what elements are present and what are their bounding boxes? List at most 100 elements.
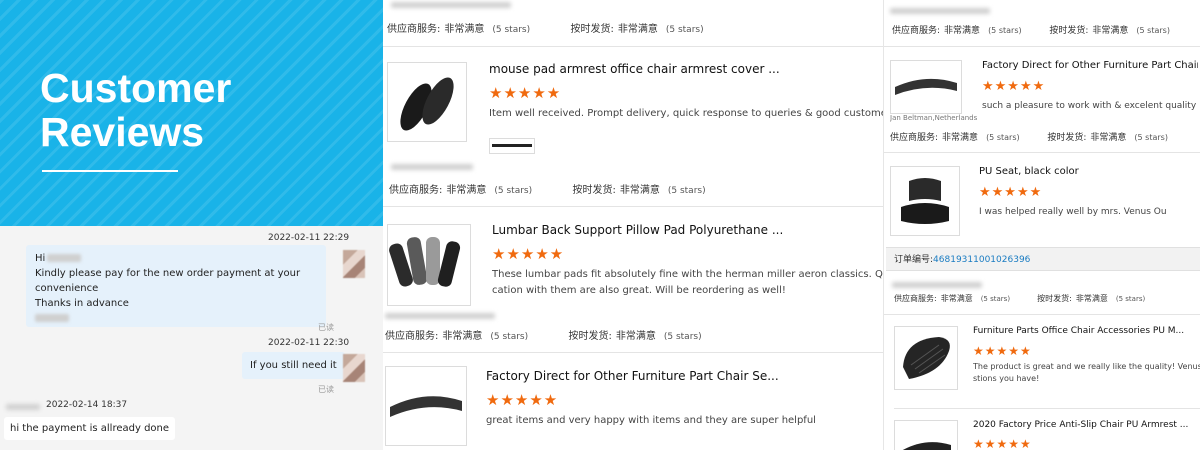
order-number-label: 订单编号: bbox=[894, 255, 934, 265]
product-title[interactable]: Lumbar Back Support Pillow Pad Polyureth… bbox=[492, 223, 872, 237]
message-timestamp: 2022-02-14 18:37 bbox=[46, 400, 128, 410]
on-time-stars: (5 stars) bbox=[1136, 26, 1170, 35]
product-title[interactable]: mouse pad armrest office chair armrest c… bbox=[489, 62, 869, 76]
redacted-reviewer bbox=[385, 313, 495, 319]
armrest-pad-image bbox=[390, 396, 462, 417]
on-time-stars: (5 stars) bbox=[1134, 133, 1168, 142]
on-time-value: 非常满意 bbox=[617, 24, 658, 35]
message-timestamp: 2022-02-11 22:30 bbox=[268, 338, 350, 348]
supplier-service-value: 非常满意 bbox=[442, 331, 483, 342]
five-star-rating: ★★★★★ bbox=[982, 79, 1046, 94]
review-text: I was helped really well by mrs. Venus O… bbox=[979, 207, 1167, 217]
five-star-rating: ★★★★★ bbox=[973, 344, 1032, 358]
product-title[interactable]: Furniture Parts Office Chair Accessories… bbox=[973, 326, 1197, 336]
product-thumbnail-armrest[interactable] bbox=[894, 420, 958, 450]
avatar[interactable] bbox=[343, 354, 365, 382]
redacted-name bbox=[47, 254, 82, 262]
product-title[interactable]: Factory Direct for Other Furniture Part … bbox=[982, 60, 1198, 71]
lumbar-pads-image bbox=[389, 237, 461, 287]
five-star-rating: ★★★★★ bbox=[486, 391, 559, 409]
divider bbox=[383, 206, 883, 207]
banner-underline bbox=[42, 170, 178, 172]
product-thumbnail-lumbar[interactable] bbox=[387, 224, 471, 306]
supplier-service-stars: (5 stars) bbox=[988, 26, 1022, 35]
product-thumbnail-armrest-pad[interactable] bbox=[890, 60, 962, 114]
review-photo-thumbnail[interactable] bbox=[489, 138, 535, 154]
divider bbox=[884, 46, 1200, 47]
rating-row: 供应商服务: 非常满意 (5 stars) 按时发货: 非常满意 (5 stars) bbox=[385, 327, 702, 342]
customer-reviews-banner: Customer Reviews bbox=[0, 0, 383, 226]
supplier-service-stars: (5 stars) bbox=[494, 186, 533, 196]
on-time-label: 按时发货: bbox=[568, 331, 612, 342]
chat-bubble-still-need: If you still need it bbox=[242, 352, 345, 379]
order-number-bar: 订单编号:46819311001026396 bbox=[886, 247, 1200, 271]
pu-seat-image bbox=[901, 178, 949, 224]
product-title[interactable]: Factory Direct for Other Furniture Part … bbox=[486, 369, 866, 383]
supplier-service-stars: (5 stars) bbox=[490, 332, 529, 342]
review-text: great items and very happy with items an… bbox=[486, 415, 816, 426]
supplier-service-stars: (5 stars) bbox=[980, 295, 1011, 303]
on-time-value: 非常满意 bbox=[1090, 133, 1127, 143]
message-line: Thanks in advance bbox=[35, 298, 129, 309]
redacted-reviewer bbox=[391, 2, 511, 8]
review-text: The product is great and we really like … bbox=[973, 362, 1200, 371]
on-time-stars: (5 stars) bbox=[1115, 295, 1146, 303]
supplier-service-label: 供应商服务: bbox=[389, 185, 443, 196]
middle-review-column: 供应商服务: 非常满意 (5 stars) 按时发货: 非常满意 (5 stars) m… bbox=[383, 0, 883, 450]
rating-row: 供应商服务: 非常满意 (5 stars) 按时发货: 非常满意 (5 stars) bbox=[389, 181, 706, 196]
product-title[interactable]: PU Seat, black color bbox=[979, 166, 1198, 177]
supplier-service-label: 供应商服务: bbox=[387, 24, 441, 35]
seat-cushion-image bbox=[903, 337, 950, 379]
supplier-service-value: 非常满意 bbox=[944, 26, 981, 36]
greeting-text: Hi bbox=[35, 253, 46, 264]
supplier-service-stars: (5 stars) bbox=[986, 133, 1020, 142]
reviewer-name: Jan Beltman,Netherlands bbox=[890, 114, 978, 122]
rating-row: 供应商服务: 非常满意 (5 stars) 按时发货: 非常满意 (5 stars) bbox=[387, 20, 704, 35]
on-time-label: 按时发货: bbox=[1049, 26, 1089, 36]
message-line: Kindly please pay for the new order paym… bbox=[35, 268, 301, 294]
rating-row: 供应商服务: 非常满意 (5 stars) 按时发货: 非常满意 (5 stars) bbox=[890, 130, 1168, 143]
divider bbox=[383, 352, 883, 353]
divider bbox=[884, 152, 1200, 153]
five-star-rating: ★★★★★ bbox=[489, 84, 562, 102]
redacted-reviewer bbox=[391, 164, 473, 170]
chat-bubble-payment-done: hi the payment is allready done bbox=[4, 417, 176, 440]
on-time-stars: (5 stars) bbox=[663, 332, 702, 342]
on-time-label: 按时发货: bbox=[1047, 133, 1087, 143]
armrest-pad-image bbox=[400, 77, 454, 131]
review-text: These lumbar pads fit absolutely fine wi… bbox=[492, 269, 883, 280]
order-number-link[interactable]: 46819311001026396 bbox=[933, 255, 1030, 265]
supplier-service-label: 供应商服务: bbox=[894, 294, 937, 303]
avatar[interactable] bbox=[343, 250, 365, 278]
redacted-signature bbox=[35, 314, 69, 322]
product-thumbnail-seat[interactable] bbox=[890, 166, 960, 236]
on-time-value: 非常满意 bbox=[619, 185, 660, 196]
review-text: stions you have! bbox=[973, 374, 1040, 383]
product-thumbnail-armrest-pad[interactable] bbox=[385, 366, 467, 446]
banner-title: Customer Reviews bbox=[40, 66, 231, 154]
supplier-service-label: 供应商服务: bbox=[385, 331, 439, 342]
armrest-image bbox=[902, 442, 951, 450]
five-star-rating: ★★★★★ bbox=[979, 185, 1043, 200]
divider bbox=[884, 314, 1200, 315]
on-time-value: 非常满意 bbox=[1075, 294, 1108, 303]
supplier-service-value: 非常满意 bbox=[444, 24, 485, 35]
divider bbox=[383, 46, 883, 47]
supplier-service-value: 非常满意 bbox=[942, 133, 979, 143]
on-time-label: 按时发货: bbox=[1037, 294, 1072, 303]
divider bbox=[894, 408, 1200, 409]
supplier-service-value: 非常满意 bbox=[940, 294, 973, 303]
redacted-sender-name bbox=[6, 404, 40, 410]
supplier-service-label: 供应商服务: bbox=[890, 133, 939, 143]
review-text: Item well received. Prompt delivery, qui… bbox=[489, 108, 883, 119]
on-time-label: 按时发货: bbox=[572, 185, 616, 196]
right-review-column: 供应商服务: 非常满意 (5 stars) 按时发货: 非常满意 (5 stars) F… bbox=[884, 0, 1200, 247]
armrest-pad-image bbox=[895, 78, 957, 95]
right-bottom-review-column: 供应商服务: 非常满意 (5 stars) 按时发货: 非常满意 (5 stars) F… bbox=[884, 272, 1200, 450]
product-thumbnail-armrest[interactable] bbox=[387, 62, 467, 142]
product-thumbnail-seat-cushion[interactable] bbox=[894, 326, 958, 390]
on-time-value: 非常满意 bbox=[615, 331, 656, 342]
rating-row: 供应商服务: 非常满意 (5 stars) 按时发货: 非常满意 (5 stars) bbox=[894, 293, 1145, 304]
review-text: such a pleasure to work with & excelent … bbox=[982, 101, 1197, 111]
product-title[interactable]: 2020 Factory Price Anti-Slip Chair PU Ar… bbox=[973, 420, 1197, 430]
